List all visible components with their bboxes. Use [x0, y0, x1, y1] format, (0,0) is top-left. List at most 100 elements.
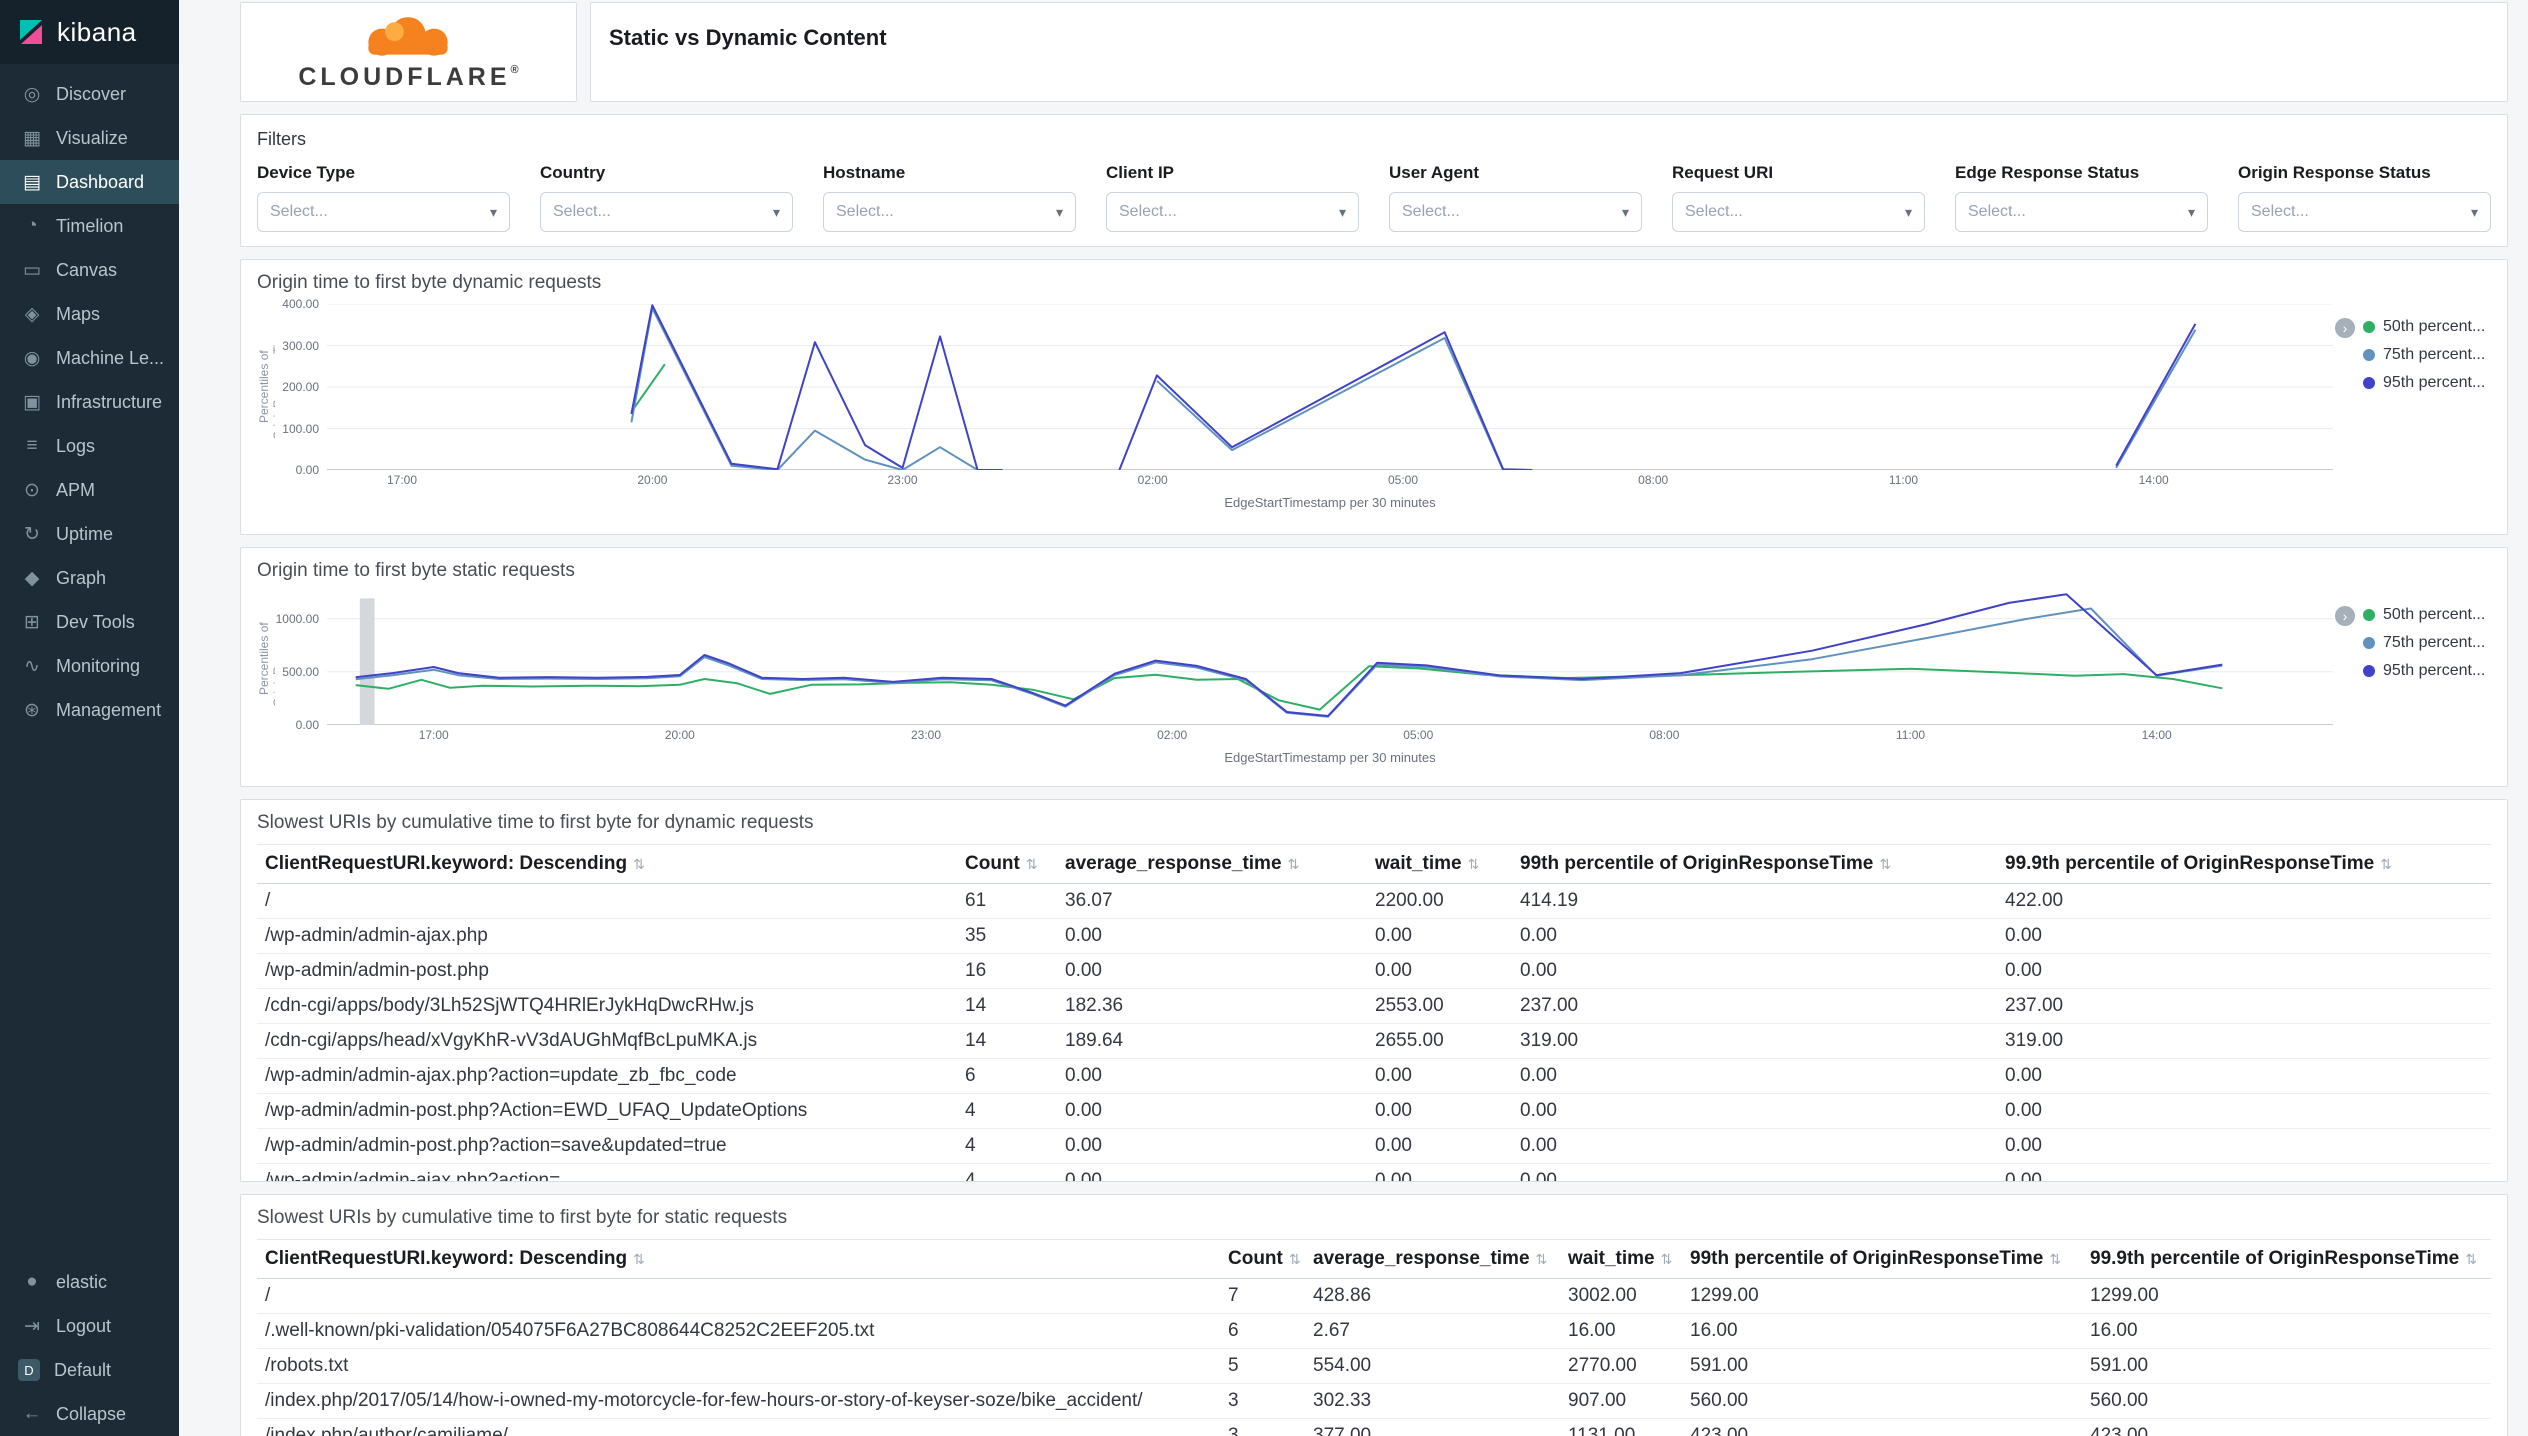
- sidebar-item-discover[interactable]: ◎ Discover: [0, 72, 179, 116]
- column-header-5[interactable]: 99.9th percentile of OriginResponseTime ⇅: [2082, 1239, 2491, 1279]
- cloudflare-logo-panel: CLOUDFLARE®: [240, 2, 577, 102]
- cell-value: 16.00: [1560, 1313, 1682, 1349]
- filter-select-country[interactable]: Select... ▾: [540, 192, 793, 232]
- cell-value: 0.00: [1057, 1128, 1367, 1164]
- table-row: /wp-admin/admin-ajax.php?action=update_z…: [257, 1058, 2491, 1094]
- filter-select-client-ip[interactable]: Select... ▾: [1106, 192, 1359, 232]
- cell-value: 16: [957, 953, 1057, 989]
- sidebar-item-canvas[interactable]: ▭ Canvas: [0, 248, 179, 292]
- column-header-1[interactable]: Count ⇅: [957, 844, 1057, 884]
- chevron-down-icon: ▾: [1338, 203, 1346, 220]
- cell-value: 302.33: [1305, 1383, 1560, 1419]
- sidebar-footer-item-default-space[interactable]: D Default: [0, 1348, 179, 1392]
- filter-select-user-agent[interactable]: Select... ▾: [1389, 192, 1642, 232]
- column-header-0[interactable]: ClientRequestURI.keyword: Descending ⇅: [257, 1239, 1220, 1279]
- sidebar-footer-item-elastic-user[interactable]: ● elastic: [0, 1260, 179, 1304]
- legend-item-0[interactable]: 50th percent...: [2363, 318, 2491, 336]
- chevron-down-icon: ▾: [1904, 203, 1912, 220]
- filter-select-request-uri[interactable]: Select... ▾: [1672, 192, 1925, 232]
- cell-value: 560.00: [1682, 1383, 2082, 1419]
- sidebar-item-label: Canvas: [56, 259, 118, 280]
- sidebar-item-monitoring[interactable]: ∿ Monitoring: [0, 644, 179, 688]
- cell-value: 0.00: [1997, 918, 2491, 954]
- column-header-1[interactable]: Count ⇅: [1220, 1239, 1305, 1279]
- sidebar-footer-item-logout[interactable]: ⇥ Logout: [0, 1304, 179, 1348]
- chart-canvas[interactable]: [327, 592, 2333, 725]
- monitoring-icon: ∿: [24, 655, 40, 677]
- legend-item-1[interactable]: 75th percent...: [2363, 634, 2491, 652]
- cell-value: 61: [957, 883, 1057, 919]
- cell-value: 4: [957, 1163, 1057, 1181]
- column-header-5[interactable]: 99.9th percentile of OriginResponseTime ⇅: [1997, 844, 2491, 884]
- sort-icon: ⇅: [1288, 1251, 1301, 1267]
- sort-icon: ⇅: [1287, 856, 1300, 872]
- legend-item-2[interactable]: 95th percent...: [2363, 662, 2491, 680]
- column-header-label: ClientRequestURI.keyword: Descending: [265, 1248, 628, 1269]
- cell-value: 1131.00: [1560, 1418, 1682, 1436]
- column-header-label: average_response_time: [1065, 853, 1282, 874]
- cell-value: 0.00: [1512, 1058, 1997, 1094]
- dashboard-icon: ▤: [23, 171, 41, 193]
- sidebar-footer-item-collapse[interactable]: ← Collapse: [0, 1392, 179, 1436]
- sidebar-item-infrastructure[interactable]: ▣ Infrastructure: [0, 380, 179, 424]
- column-header-3[interactable]: wait_time ⇅: [1560, 1239, 1682, 1279]
- sidebar-item-graph[interactable]: ◆ Graph: [0, 556, 179, 600]
- x-axis-ticks: 17:00 20:00 23:00 02:00 05:00 08:00 11:00 14:00: [327, 473, 2333, 493]
- machine-learning-icon: ◉: [23, 347, 41, 369]
- chart-plot-area[interactable]: [327, 304, 2333, 470]
- sidebar-item-logs[interactable]: ≡ Logs: [0, 424, 179, 468]
- cell-value: 35: [957, 918, 1057, 954]
- chart-plot-area[interactable]: [327, 592, 2333, 725]
- cloudflare-cloud-icon: [368, 16, 449, 56]
- sort-icon: ⇅: [2465, 1251, 2477, 1267]
- chart-panel-dynamic: Origin time to first byte dynamic reques…: [240, 259, 2508, 535]
- filter-edge-response-status: Edge Response Status Select... ▾: [1955, 163, 2208, 232]
- filter-placeholder: Select...: [1119, 203, 1177, 220]
- default-space-badge-icon: D: [18, 1359, 40, 1381]
- chart-canvas[interactable]: [327, 304, 2333, 470]
- sidebar-footer-item-label: Logout: [56, 1315, 112, 1336]
- legend-item-1[interactable]: 75th percent...: [2363, 346, 2491, 364]
- kibana-logo-icon: [20, 20, 42, 44]
- cell-uri: /robots.txt: [257, 1348, 1220, 1384]
- cell-uri: /wp-admin/admin-ajax.php: [257, 918, 957, 954]
- column-header-0[interactable]: ClientRequestURI.keyword: Descending ⇅: [257, 844, 957, 884]
- legend-toggle-button[interactable]: ›: [2335, 318, 2355, 338]
- x-tick-label: 11:00: [1895, 728, 1926, 742]
- legend-label: 95th percent...: [2383, 374, 2486, 391]
- legend-item-2[interactable]: 95th percent...: [2363, 374, 2491, 392]
- filter-label-client-ip: Client IP: [1106, 163, 1175, 182]
- sidebar-item-label: Logs: [56, 435, 96, 456]
- registered-trademark-mark: ®: [510, 63, 519, 76]
- filter-select-origin-response-status[interactable]: Select... ▾: [2238, 192, 2491, 232]
- cell-value: 0.00: [1997, 953, 2491, 989]
- sidebar-item-maps[interactable]: ◈ Maps: [0, 292, 179, 336]
- column-header-2[interactable]: average_response_time ⇅: [1057, 844, 1367, 884]
- sidebar-item-machine-learning[interactable]: ◉ Machine Le...: [0, 336, 179, 380]
- column-header-3[interactable]: wait_time ⇅: [1367, 844, 1512, 884]
- column-header-4[interactable]: 99th percentile of OriginResponseTime ⇅: [1512, 844, 1997, 884]
- filter-select-edge-response-status[interactable]: Select... ▾: [1955, 192, 2208, 232]
- cell-value: 554.00: [1305, 1348, 1560, 1384]
- y-axis-title: Percentiles of OriginResponseTi...: [257, 334, 275, 440]
- dashboard-title-panel: Static vs Dynamic Content: [590, 2, 2508, 102]
- legend-toggle-button[interactable]: ›: [2335, 606, 2355, 626]
- table-row: /robots.txt 5 554.00 2770.00 591.00 591.00: [257, 1348, 2491, 1384]
- sidebar-item-timelion[interactable]: ◔ Timelion: [0, 204, 179, 248]
- sidebar-item-dashboard[interactable]: ▤ Dashboard: [0, 160, 179, 204]
- y-tick-label: 400.00: [282, 297, 319, 311]
- sidebar-item-visualize[interactable]: ▦ Visualize: [0, 116, 179, 160]
- filter-select-device-type[interactable]: Select... ▾: [257, 192, 510, 232]
- cell-value: 1299.00: [1682, 1278, 2082, 1314]
- cell-value: 182.36: [1057, 988, 1367, 1024]
- legend-label: 95th percent...: [2383, 662, 2486, 679]
- sidebar-item-dev-tools[interactable]: ⊞ Dev Tools: [0, 600, 179, 644]
- kibana-home-link[interactable]: kibana: [0, 0, 179, 64]
- sidebar-item-uptime[interactable]: ↻ Uptime: [0, 512, 179, 556]
- column-header-4[interactable]: 99th percentile of OriginResponseTime ⇅: [1682, 1239, 2082, 1279]
- filter-select-hostname[interactable]: Select... ▾: [823, 192, 1076, 232]
- column-header-2[interactable]: average_response_time ⇅: [1305, 1239, 1560, 1279]
- sidebar-item-management[interactable]: ⊛ Management: [0, 688, 179, 732]
- sidebar-item-apm[interactable]: ⊙ APM: [0, 468, 179, 512]
- legend-item-0[interactable]: 50th percent...: [2363, 606, 2491, 624]
